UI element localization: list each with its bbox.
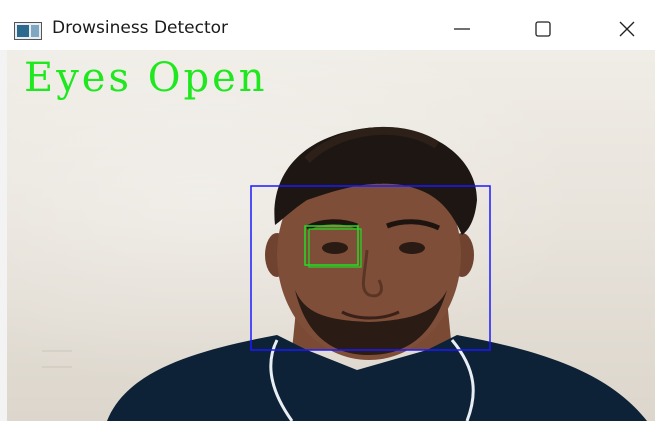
window-title: Drowsiness Detector	[52, 18, 229, 38]
app-window: Drowsiness Detector Eyes Open	[0, 0, 655, 421]
person-image	[107, 126, 647, 421]
maximize-button[interactable]	[513, 9, 573, 49]
close-icon	[619, 21, 635, 37]
title-bar[interactable]: Drowsiness Detector	[0, 0, 655, 50]
video-frame: Eyes Open	[7, 50, 655, 421]
app-icon	[14, 22, 42, 40]
maximize-icon	[535, 21, 551, 37]
minimize-icon	[454, 28, 470, 30]
close-button[interactable]	[597, 9, 655, 49]
minimize-button[interactable]	[432, 9, 492, 49]
eye-status-label: Eyes Open	[24, 55, 268, 101]
